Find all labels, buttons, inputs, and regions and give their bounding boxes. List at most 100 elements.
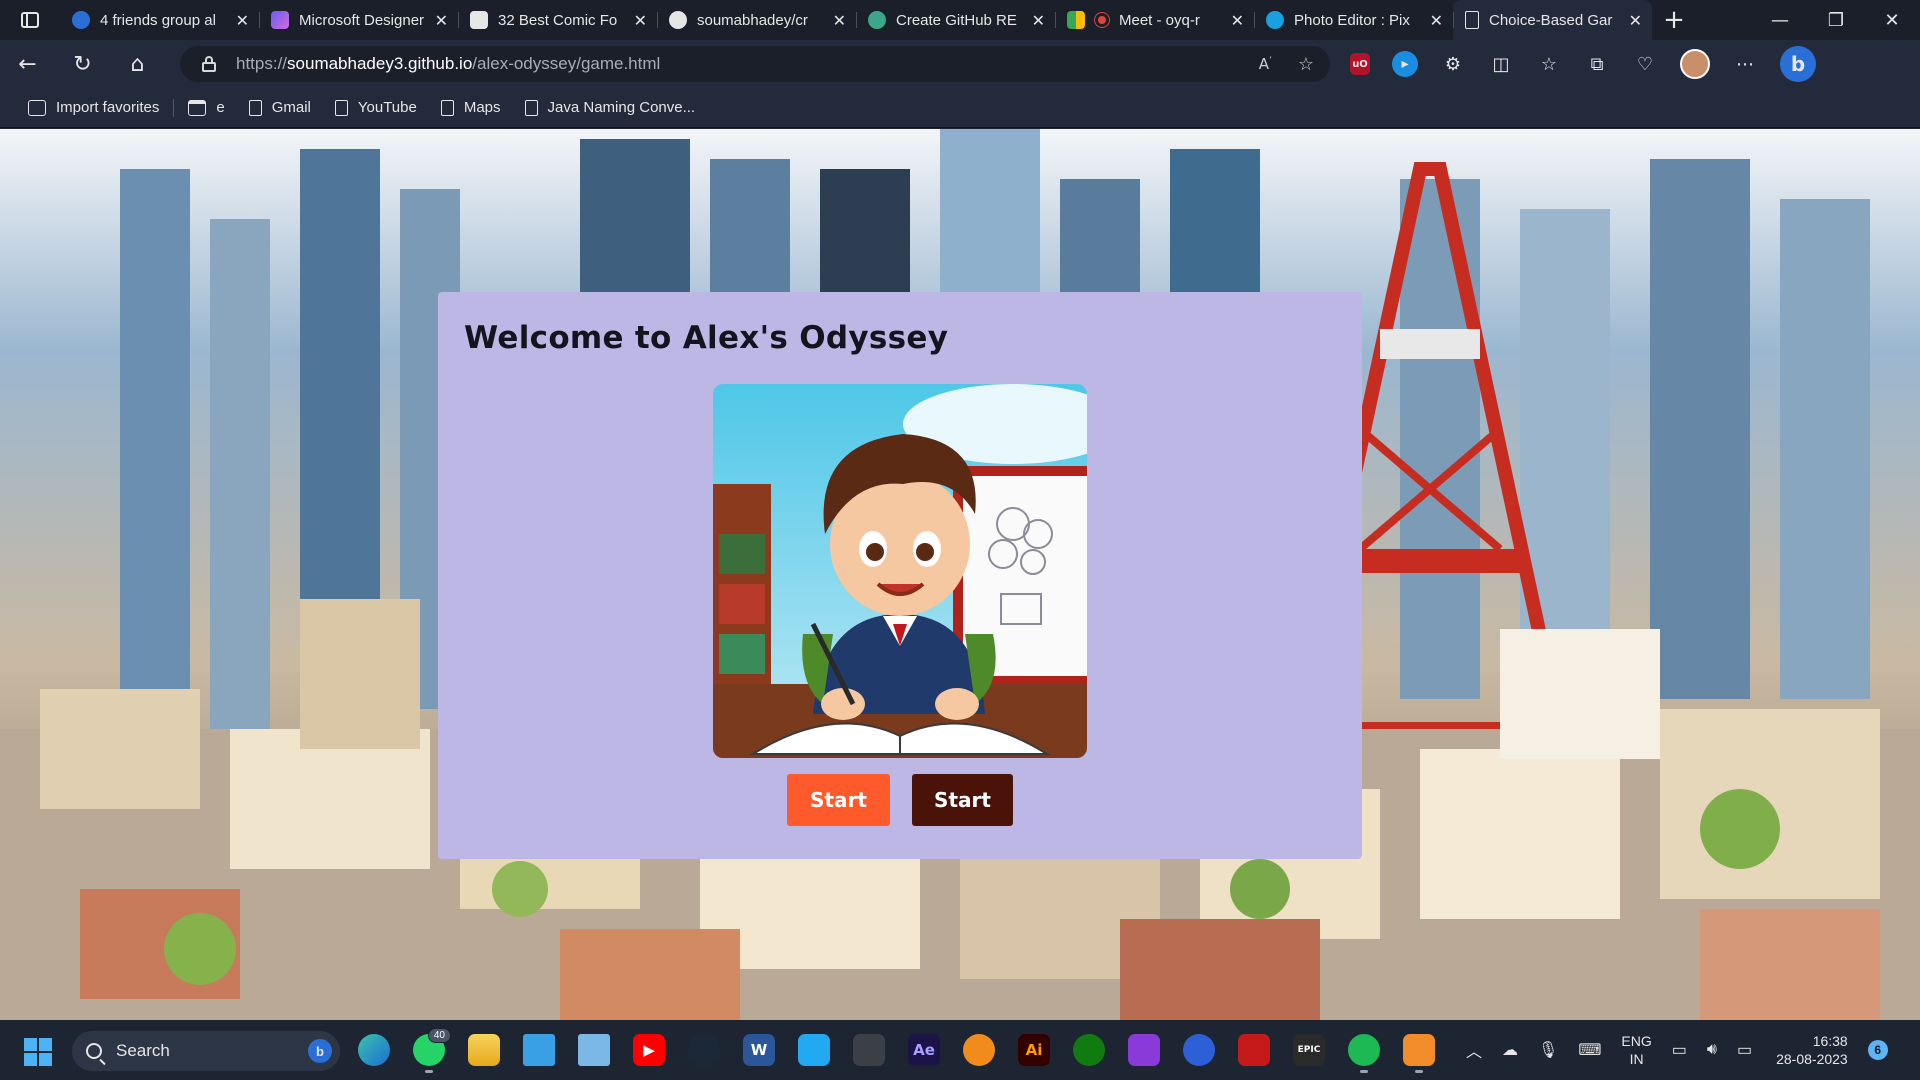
- address-bar[interactable]: https://soumabhadey3.github.io/alex-odys…: [180, 46, 1330, 82]
- close-tab-icon[interactable]: ✕: [435, 11, 448, 30]
- browser-tab-active[interactable]: Choice-Based Gar ✕: [1453, 0, 1652, 40]
- document-icon: [334, 99, 348, 116]
- windows-start-icon[interactable]: [24, 1038, 52, 1066]
- blender-icon[interactable]: [957, 1026, 1001, 1074]
- close-tab-icon[interactable]: ✕: [1032, 11, 1045, 30]
- web-page: Welcome to Alex's Odyssey Start Start: [0, 129, 1920, 1020]
- taskbar-apps: 40 ▶ W Ae Ai EPIC: [352, 1026, 1441, 1074]
- refresh-icon[interactable]: ↻: [55, 40, 110, 88]
- browser-essentials-icon[interactable]: ♡: [1632, 51, 1658, 77]
- media-player-icon[interactable]: [1397, 1026, 1441, 1074]
- comic-icon: [470, 11, 488, 29]
- close-tab-icon[interactable]: ✕: [833, 11, 846, 30]
- bing-copilot-icon[interactable]: b: [1780, 46, 1816, 82]
- extension-icons: uO ▸ ⚙ ◫ ☆ ⧉ ♡ ⋯ b: [1350, 40, 1816, 88]
- media-glyph: [1403, 1034, 1435, 1066]
- close-tab-icon[interactable]: ✕: [1231, 11, 1244, 30]
- close-tab-icon[interactable]: ✕: [236, 11, 249, 30]
- favorite-gmail[interactable]: Gmail: [237, 88, 323, 128]
- browser-tab[interactable]: soumabhadey/cr ✕: [657, 0, 856, 40]
- keyboard-icon[interactable]: ⌨: [1578, 1040, 1601, 1060]
- browser-tab[interactable]: 32 Best Comic Fo ✕: [458, 0, 657, 40]
- favorites-icon[interactable]: ☆: [1536, 51, 1562, 77]
- onedrive-cloud-icon[interactable]: ☁: [1502, 1040, 1518, 1060]
- epic-glyph: EPIC: [1293, 1034, 1325, 1066]
- vscode-icon[interactable]: [792, 1026, 836, 1074]
- profile-avatar[interactable]: [1680, 49, 1710, 79]
- url-text[interactable]: https://soumabhadey3.github.io/alex-odys…: [236, 54, 660, 74]
- battery-icon[interactable]: ▭: [1737, 1040, 1752, 1060]
- clock[interactable]: 16:38 28-08-2023: [1776, 1032, 1848, 1068]
- edge-icon[interactable]: [352, 1026, 396, 1074]
- extensions-puzzle-icon[interactable]: ⚙: [1440, 51, 1466, 77]
- browser-tab[interactable]: Create GitHub RE ✕: [856, 0, 1055, 40]
- epic-games-icon[interactable]: EPIC: [1287, 1026, 1331, 1074]
- unity-icon[interactable]: [847, 1026, 891, 1074]
- volume-icon[interactable]: 🔊︎: [1707, 1041, 1717, 1059]
- start-button-secondary[interactable]: Start: [912, 774, 1013, 826]
- hero-illustration: [713, 384, 1087, 758]
- settings-more-icon[interactable]: ⋯: [1732, 51, 1758, 77]
- chevron-up-icon[interactable]: ︿: [1466, 1038, 1482, 1062]
- after-effects-icon[interactable]: Ae: [902, 1026, 946, 1074]
- browser-tab[interactable]: 4 friends group al ✕: [60, 0, 259, 40]
- windows-taskbar: Search b 40 ▶ W Ae Ai EPIC ︿ ☁ 🎙︎ ⌨ ENG …: [0, 1020, 1920, 1080]
- favorite-java-naming[interactable]: Java Naming Conve...: [513, 88, 708, 128]
- restore-icon[interactable]: ❐: [1808, 0, 1864, 40]
- app-red-icon[interactable]: [1232, 1026, 1276, 1074]
- bing-image-icon: [72, 11, 90, 29]
- ublock-icon[interactable]: uO: [1350, 53, 1370, 75]
- home-icon[interactable]: ⌂: [110, 40, 165, 88]
- app-purple-icon[interactable]: [1122, 1026, 1166, 1074]
- notification-badge[interactable]: 6: [1867, 1040, 1888, 1060]
- split-screen-icon[interactable]: ◫: [1488, 51, 1514, 77]
- collections-icon[interactable]: ⧉: [1584, 51, 1610, 77]
- favorite-youtube[interactable]: YouTube: [323, 88, 429, 128]
- spotify-icon[interactable]: [1342, 1026, 1386, 1074]
- language-indicator[interactable]: ENG IN: [1621, 1032, 1651, 1068]
- xbox-icon[interactable]: [1067, 1026, 1111, 1074]
- browser-toolbar: ← ↻ ⌂ https://soumabhadey3.github.io/ale…: [0, 40, 1920, 88]
- tab-actions-button[interactable]: [0, 0, 60, 40]
- steam-glyph: [688, 1034, 720, 1066]
- favorites-bar: Import favorites e Gmail YouTube Maps Ja…: [0, 88, 1920, 128]
- favorite-collection[interactable]: e: [176, 88, 236, 128]
- minimize-icon[interactable]: —: [1752, 0, 1808, 40]
- xbox-glyph: [1073, 1034, 1105, 1066]
- file-explorer-icon[interactable]: [462, 1026, 506, 1074]
- taskbar-search[interactable]: Search b: [72, 1031, 340, 1071]
- tab-title: soumabhadey/cr: [697, 11, 808, 29]
- photos-glyph: [578, 1034, 610, 1066]
- extension-blue-icon[interactable]: ▸: [1392, 51, 1418, 77]
- network-icon[interactable]: ▭: [1672, 1040, 1687, 1060]
- whatsapp-badge: 40: [427, 1028, 451, 1043]
- favorite-import[interactable]: Import favorites: [16, 88, 171, 128]
- window-controls: — ❐ ✕: [1752, 0, 1920, 40]
- close-tab-icon[interactable]: ✕: [1629, 11, 1642, 30]
- close-tab-icon[interactable]: ✕: [634, 11, 647, 30]
- favorite-maps[interactable]: Maps: [429, 88, 513, 128]
- browser-tab[interactable]: Meet - oyq-r ✕: [1055, 0, 1254, 40]
- close-window-icon[interactable]: ✕: [1864, 0, 1920, 40]
- browser-tab[interactable]: Photo Editor : Pix ✕: [1254, 0, 1453, 40]
- microphone-icon[interactable]: 🎙︎: [1538, 1040, 1558, 1060]
- browser-tab[interactable]: Microsoft Designer ✕: [259, 0, 458, 40]
- bing-search-icon[interactable]: b: [308, 1039, 332, 1063]
- word-icon[interactable]: W: [737, 1026, 781, 1074]
- start-button-primary[interactable]: Start: [787, 774, 890, 826]
- close-tab-icon[interactable]: ✕: [1430, 11, 1443, 30]
- lock-icon[interactable]: [202, 56, 216, 72]
- back-icon[interactable]: ←: [0, 40, 55, 88]
- read-aloud-icon[interactable]: Aʼ: [1259, 55, 1272, 73]
- new-tab-button[interactable]: +: [1652, 0, 1696, 40]
- desktop-icon[interactable]: [517, 1026, 561, 1074]
- whatsapp-icon[interactable]: 40: [407, 1026, 451, 1074]
- photos-icon[interactable]: [572, 1026, 616, 1074]
- steam-icon[interactable]: [682, 1026, 726, 1074]
- favorite-star-icon[interactable]: ☆: [1298, 54, 1314, 75]
- app-blue-icon[interactable]: [1177, 1026, 1221, 1074]
- illustrator-icon[interactable]: Ai: [1012, 1026, 1056, 1074]
- purple-glyph: [1128, 1034, 1160, 1066]
- tab-title: Choice-Based Gar: [1489, 11, 1613, 29]
- youtube-icon[interactable]: ▶: [627, 1026, 671, 1074]
